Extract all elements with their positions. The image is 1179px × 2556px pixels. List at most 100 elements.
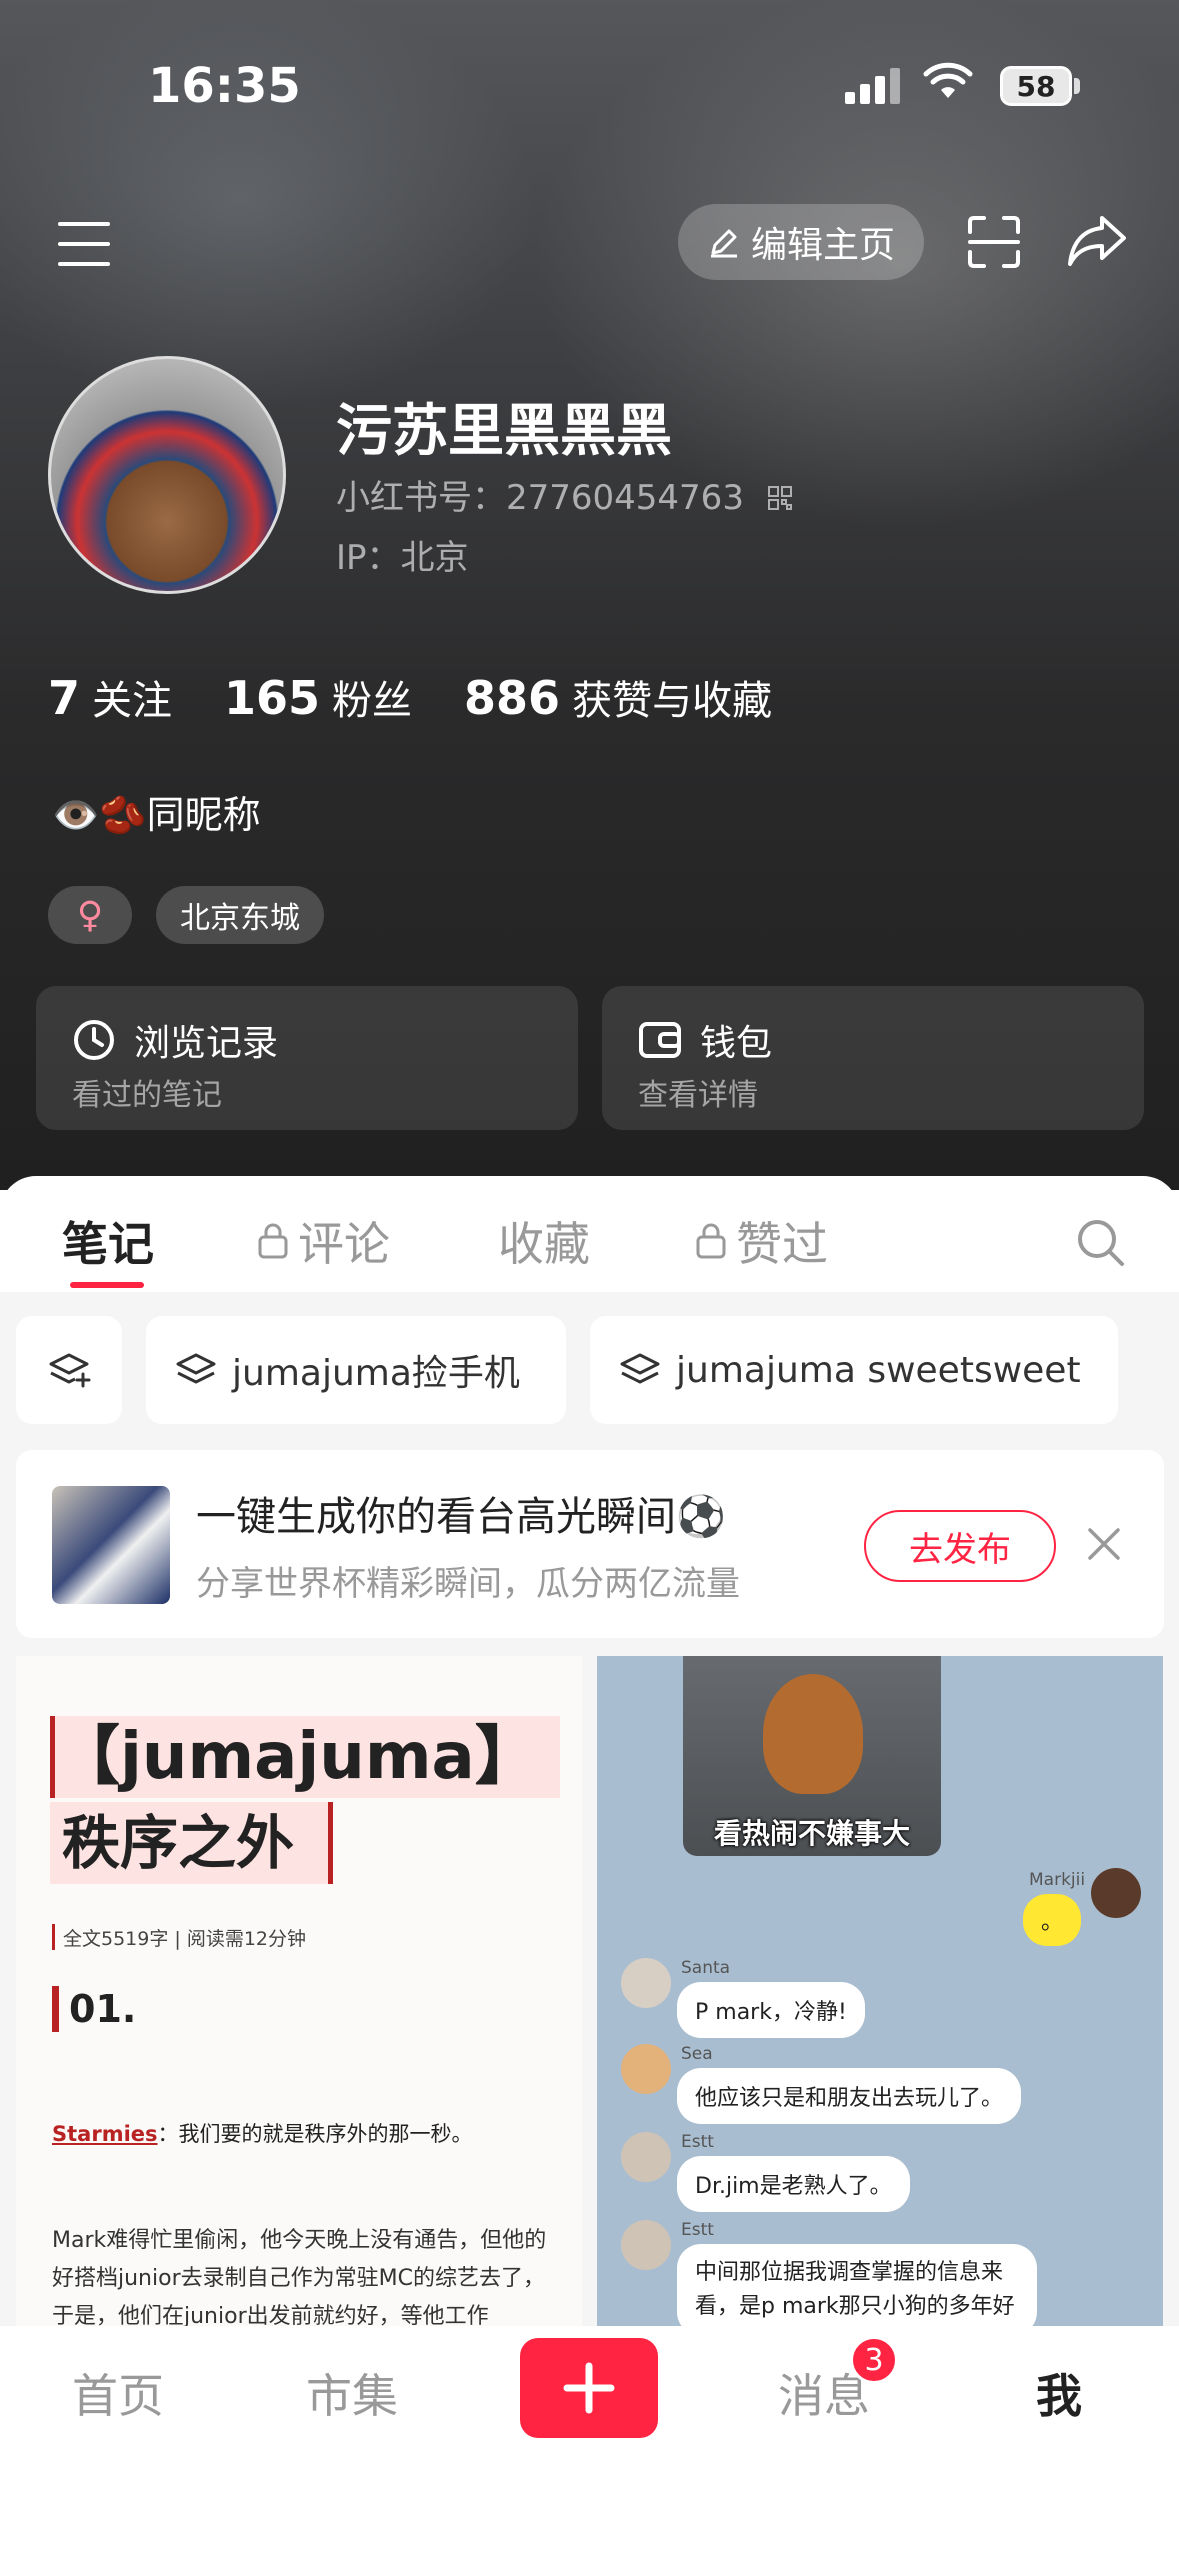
publish-button[interactable]: 去发布 [864,1510,1056,1582]
note-card-left[interactable]: 【jumajuma】 秩序之外 全文5519字 | 阅读需12分钟 01. St… [16,1656,582,2326]
add-collection-button[interactable] [16,1316,122,1424]
pencil-icon [710,229,737,258]
lock-icon [258,1223,288,1259]
likes-count: 886 [464,671,561,725]
post-button[interactable] [520,2338,658,2438]
title-bar-1 [50,1716,55,1798]
wifi-icon [923,62,973,98]
lock-icon [696,1223,726,1259]
chat-avatar-3 [621,2044,671,2094]
collection-1-label: jumajuma捡手机 [232,1353,520,1394]
chat-name-2: Santa [681,1958,731,1978]
note-title-1: 【jumajuma】 [56,1720,539,1794]
battery-tip [1074,78,1080,94]
plus-icon [563,2362,615,2414]
avatar[interactable] [48,356,286,594]
tab-comments-label: 评论 [298,1217,390,1271]
battery-level: 58 [1016,70,1056,103]
tab-liked[interactable]: 赞过 [694,1208,828,1274]
note-section: 01. [52,1986,136,2032]
nav-market[interactable]: 市集 [306,2360,398,2426]
chat-name-5: Estt [681,2220,714,2240]
tab-liked-label: 赞过 [736,1217,828,1271]
edit-profile-button[interactable]: 编辑主页 [678,204,924,280]
chat-bubble-5: 中间那位据我调查掌握的信息来看，是p mark那只小狗的多年好 [677,2244,1037,2326]
chat-bubble-3: 他应该只是和朋友出去玩儿了。 [677,2068,1022,2124]
xhs-id: 小红书号：27760454763 [336,470,793,519]
wallet-card[interactable]: 钱包 查看详情 [602,986,1144,1130]
meme-caption: 看热闹不嫌事大 [713,1817,910,1850]
promo-thumbnail [52,1486,170,1604]
status-time: 16:35 [148,58,301,114]
chat-name-4: Estt [681,2132,714,2152]
layers-icon [620,1353,660,1384]
tab-favorites-label: 收藏 [498,1217,590,1271]
qrcode-icon[interactable] [767,485,793,511]
following-label: 关注 [92,678,173,724]
collection-item-1[interactable]: jumajuma捡手机 [146,1316,566,1424]
following-count: 7 [48,671,81,725]
nickname: 污苏里黑黑黑 [336,399,672,464]
chat-avatar-4 [621,2132,671,2182]
history-subtitle: 看过的笔记 [72,1078,222,1113]
collection-item-2[interactable]: jumajuma sweetsweet [590,1316,1118,1424]
chat-name-3: Sea [681,2044,713,2064]
bio: 👁️🫘同昵称 [52,793,261,837]
layers-icon [176,1353,216,1384]
followers-stat[interactable]: 165 粉丝 [224,668,412,726]
mouse-illustration [763,1674,863,1794]
menu-icon[interactable] [58,222,110,266]
meme-image: 看热闹不嫌事大 [683,1656,941,1856]
wallet-title: 钱包 [700,1023,773,1064]
note-quote: Starmies：我们要的就是秩序外的那一秒。 [52,2118,473,2148]
chat-bubble-2: P mark，冷静! [677,1982,865,2038]
likes-stat[interactable]: 886 获赞与收藏 [464,668,772,726]
share-icon[interactable] [1066,212,1128,268]
chat-name-1: Markjii [1029,1870,1086,1890]
clock-icon [74,1020,114,1060]
message-badge: 3 [850,2336,898,2384]
search-icon[interactable] [1076,1218,1126,1268]
signal-icon [845,64,901,104]
quote-author: Starmies [52,2122,158,2146]
chat-avatar-2 [621,1958,671,2008]
ip-location: IP：北京 [336,538,469,578]
promo-subtitle: 分享世界杯精彩瞬间，瓜分两亿流量 [196,1564,740,1604]
scan-icon[interactable] [966,214,1022,270]
history-title: 浏览记录 [134,1023,279,1064]
chat-bubble-4: Dr.jim是老熟人了。 [677,2156,910,2212]
collection-2-label: jumajuma sweetsweet [676,1349,1081,1391]
gender-tag: ♀ [48,886,132,944]
followers-count: 165 [224,671,321,725]
tab-indicator [70,1282,144,1288]
location-tag: 北京东城 [156,886,324,944]
nav-home[interactable]: 首页 [72,2360,164,2426]
note-meta: 全文5519字 | 阅读需12分钟 [52,1924,306,1950]
wallet-subtitle: 查看详情 [638,1078,758,1113]
profile-stats: 7 关注 165 粉丝 886 获赞与收藏 [48,668,772,726]
note-body: Mark难得忙里偷闲，他今天晚上没有通告，但他的好搭档junior去录制自己作为… [52,2228,547,2326]
tab-comments[interactable]: 评论 [256,1208,390,1274]
following-stat[interactable]: 7 关注 [48,668,172,726]
quote-text: ：我们要的就是秩序外的那一秒。 [157,2122,473,2146]
note-card-right[interactable]: 看热闹不嫌事大 Markjii 。 Santa P mark，冷静! Sea 他… [597,1656,1163,2326]
edit-profile-label: 编辑主页 [750,225,895,266]
chat-avatar-1 [1091,1868,1141,1918]
layers-add-icon [49,1353,91,1388]
xhs-id-text: 小红书号：27760454763 [336,478,744,518]
note-title-2: 秩序之外 [62,1809,295,1877]
wallet-icon [639,1022,681,1058]
likes-label: 获赞与收藏 [572,678,773,724]
history-card[interactable]: 浏览记录 看过的笔记 [36,986,578,1130]
followers-label: 粉丝 [332,678,413,724]
chat-bubble-1: 。 [1023,1894,1082,1946]
battery-icon: 58 [1000,66,1072,106]
nav-me[interactable]: 我 [1036,2360,1082,2426]
tab-notes[interactable]: 笔记 [62,1208,154,1274]
chat-avatar-5 [621,2220,671,2270]
close-icon[interactable] [1086,1526,1122,1562]
tab-notes-label: 笔记 [62,1217,154,1271]
promo-title: 一键生成你的看台高光瞬间⚽ [196,1494,726,1540]
title-bar-2 [328,1802,333,1884]
tab-favorites[interactable]: 收藏 [498,1208,590,1274]
